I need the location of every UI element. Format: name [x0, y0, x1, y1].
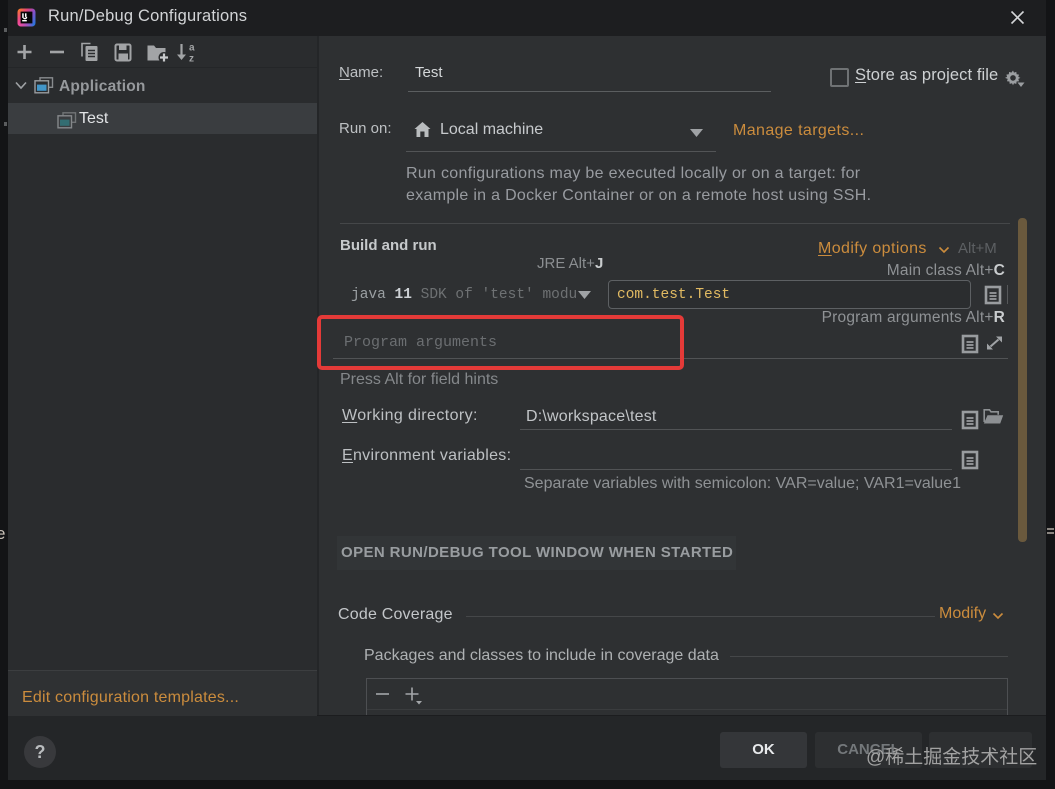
svg-text:z: z: [189, 54, 194, 65]
svg-text:a: a: [189, 43, 195, 54]
